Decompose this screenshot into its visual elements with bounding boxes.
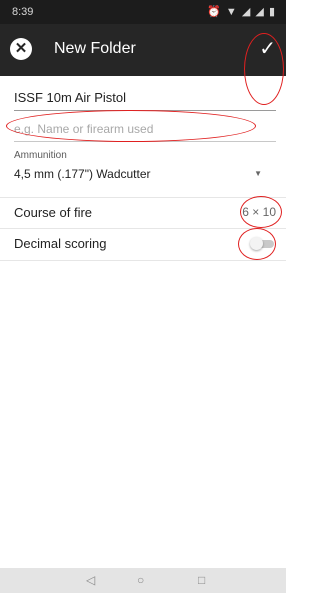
battery-icon: ▮ bbox=[268, 6, 276, 18]
annotation-circle-toggle bbox=[238, 228, 276, 260]
alarm-icon: ⏰ bbox=[207, 6, 222, 18]
ammunition-value[interactable]: 4,5 mm (.177") Wadcutter bbox=[14, 167, 276, 181]
home-icon[interactable]: ○ bbox=[137, 573, 144, 587]
ammunition-select[interactable]: Ammunition 4,5 mm (.177") Wadcutter ▼ bbox=[14, 150, 276, 181]
signal-icon: ◢ bbox=[255, 6, 265, 18]
back-icon[interactable]: ◁ bbox=[86, 573, 95, 587]
annotation-circle-description bbox=[6, 110, 256, 142]
folder-name-field[interactable]: ISSF 10m Air Pistol bbox=[14, 86, 276, 111]
dropdown-arrow-icon[interactable]: ▼ bbox=[254, 169, 262, 178]
page-title: New Folder bbox=[54, 40, 136, 57]
decimal-scoring-label: Decimal scoring bbox=[14, 236, 107, 251]
wifi-icon: ▼ bbox=[225, 6, 238, 18]
close-icon[interactable]: ✕ bbox=[10, 38, 32, 60]
annotation-circle-check bbox=[244, 33, 284, 105]
folder-name-input[interactable]: ISSF 10m Air Pistol bbox=[14, 86, 276, 110]
course-of-fire-label: Course of fire bbox=[14, 205, 93, 220]
recents-icon[interactable]: □ bbox=[198, 573, 205, 587]
ammunition-label: Ammunition bbox=[14, 150, 67, 161]
annotation-circle-course bbox=[240, 196, 282, 228]
status-icons: ⏰ ▼ ◢ ◢ ▮ bbox=[207, 5, 276, 18]
system-nav-bar: ◁ ○ □ bbox=[0, 568, 286, 593]
signal-icon: ◢ bbox=[241, 6, 252, 18]
status-bar: 8:39 ⏰ ▼ ◢ ◢ ▮ bbox=[0, 0, 286, 24]
divider bbox=[0, 260, 286, 261]
status-time: 8:39 bbox=[12, 6, 34, 18]
